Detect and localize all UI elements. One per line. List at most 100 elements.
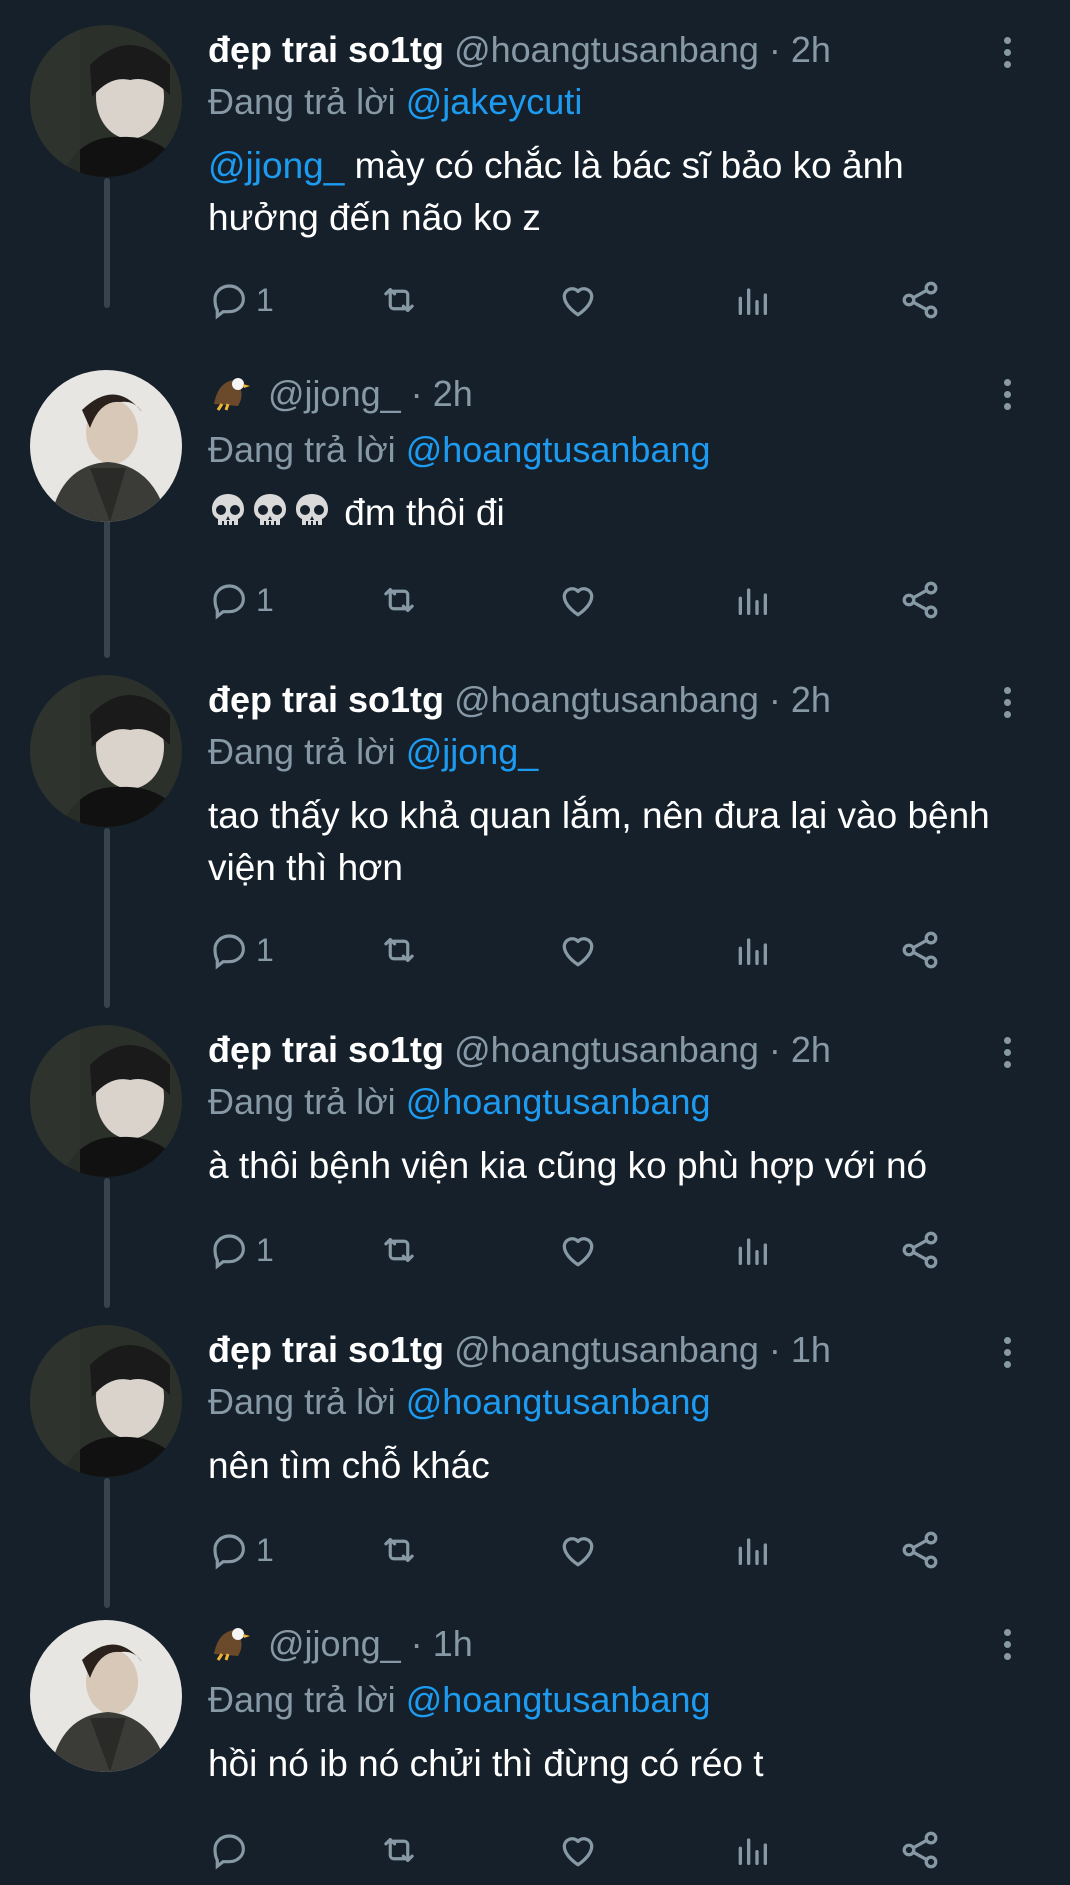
display-name[interactable]: đẹp trai so1tg <box>208 679 444 720</box>
reply-to-link[interactable]: @jakeycuti <box>406 81 583 122</box>
retweet-button[interactable] <box>378 270 420 330</box>
reply-tweet[interactable]: @jjong_ · 1h Đang trả lời @hoangtusanban… <box>0 1600 1070 1885</box>
more-icon[interactable] <box>990 372 1024 416</box>
avatar[interactable] <box>30 1620 182 1772</box>
reply-icon <box>213 1234 245 1270</box>
more-icon[interactable] <box>990 1330 1024 1374</box>
reply-to-link[interactable]: @hoangtusanbang <box>406 1081 711 1122</box>
handle[interactable]: @jjong_ <box>268 373 401 414</box>
share-icon <box>902 931 938 969</box>
timestamp[interactable]: 1h <box>791 1329 831 1370</box>
like-button[interactable] <box>556 1820 600 1880</box>
reply-icon <box>213 934 245 970</box>
avatar-image <box>30 25 182 177</box>
separator: · <box>768 1329 781 1370</box>
share-button[interactable] <box>898 270 942 330</box>
handle[interactable]: @hoangtusanbang <box>454 1029 759 1070</box>
tweet-header: đẹp trai so1tg @hoangtusanbang · 2h <box>208 1028 831 1072</box>
retweet-button[interactable] <box>378 1520 420 1580</box>
handle[interactable]: @hoangtusanbang <box>454 1329 759 1370</box>
reply-tweet[interactable]: đẹp trai so1tg @hoangtusanbang · 2h Đang… <box>0 0 1070 350</box>
more-icon[interactable] <box>990 680 1024 724</box>
like-button[interactable] <box>556 920 600 980</box>
handle[interactable]: @hoangtusanbang <box>454 29 759 70</box>
reply-to-link[interactable]: @hoangtusanbang <box>406 1381 711 1422</box>
tweet-header: @jjong_ · 1h <box>208 1622 473 1666</box>
reply-button[interactable]: 1 <box>208 920 274 980</box>
share-icon <box>902 581 938 619</box>
tweet-text: hồi nó ib nó chửi thì đừng có réo t <box>208 1738 1008 1790</box>
reply-button[interactable]: 1 <box>208 570 274 630</box>
timestamp[interactable]: 2h <box>791 679 831 720</box>
avatar[interactable] <box>30 675 182 827</box>
like-button[interactable] <box>556 570 600 630</box>
reply-tweet[interactable]: đẹp trai so1tg @hoangtusanbang · 1h Đang… <box>0 1300 1070 1600</box>
display-name[interactable]: đẹp trai so1tg <box>208 1029 444 1070</box>
reply-tweet[interactable]: đẹp trai so1tg @hoangtusanbang · 2h Đang… <box>0 1000 1070 1300</box>
retweet-icon <box>384 587 414 613</box>
share-button[interactable] <box>898 1820 942 1880</box>
avatar[interactable] <box>30 370 182 522</box>
retweet-button[interactable] <box>378 570 420 630</box>
reply-count: 1 <box>256 281 274 318</box>
handle[interactable]: @hoangtusanbang <box>454 679 759 720</box>
eagle-emoji <box>214 378 250 411</box>
tweet-header: đẹp trai so1tg @hoangtusanbang · 1h <box>208 1328 831 1372</box>
reply-to-link[interactable]: @hoangtusanbang <box>406 1679 711 1720</box>
timestamp[interactable]: 2h <box>433 373 473 414</box>
reply-button[interactable]: 1 <box>208 270 274 330</box>
tweet-text: à thôi bệnh viện kia cũng ko phù hợp với… <box>208 1140 1008 1192</box>
action-bar: 1 <box>208 920 988 980</box>
handle[interactable]: @jjong_ <box>268 1623 401 1664</box>
retweet-icon <box>384 1537 414 1563</box>
reply-to-link[interactable]: @hoangtusanbang <box>406 429 711 470</box>
action-bar: 1 <box>208 1520 988 1580</box>
timestamp[interactable]: 1h <box>433 1623 473 1664</box>
reply-tweet[interactable]: đẹp trai so1tg @hoangtusanbang · 2h Đang… <box>0 650 1070 1000</box>
reply-button[interactable]: 1 <box>208 1520 274 1580</box>
views-icon <box>738 1838 767 1865</box>
more-icon[interactable] <box>990 1030 1024 1074</box>
reply-button[interactable] <box>208 1820 256 1880</box>
like-button[interactable] <box>556 270 600 330</box>
timestamp[interactable]: 2h <box>791 1029 831 1070</box>
retweet-icon <box>384 937 414 963</box>
display-name[interactable]: đẹp trai so1tg <box>208 29 444 70</box>
tweet-text: đm thôi đi <box>208 487 1008 539</box>
more-icon[interactable] <box>990 30 1024 74</box>
retweet-icon <box>384 1837 414 1863</box>
views-button[interactable] <box>732 1220 772 1280</box>
views-button[interactable] <box>732 1520 772 1580</box>
share-button[interactable] <box>898 1220 942 1280</box>
mention-link[interactable]: @jjong_ <box>208 145 344 186</box>
retweet-button[interactable] <box>378 1820 420 1880</box>
avatar[interactable] <box>30 1325 182 1477</box>
retweet-button[interactable] <box>378 1220 420 1280</box>
avatar-image <box>30 1620 182 1772</box>
skull-emoji <box>296 494 328 525</box>
views-button[interactable] <box>732 920 772 980</box>
timestamp[interactable]: 2h <box>791 29 831 70</box>
reply-button[interactable]: 1 <box>208 1220 274 1280</box>
avatar[interactable] <box>30 25 182 177</box>
reply-count: 1 <box>256 581 274 618</box>
share-button[interactable] <box>898 570 942 630</box>
like-button[interactable] <box>556 1520 600 1580</box>
display-name[interactable]: đẹp trai so1tg <box>208 1329 444 1370</box>
more-icon[interactable] <box>990 1622 1024 1666</box>
like-button[interactable] <box>556 1220 600 1280</box>
reply-tweet[interactable]: @jjong_ · 2h Đang trả lời @hoangtusanban… <box>0 350 1070 650</box>
share-button[interactable] <box>898 920 942 980</box>
views-button[interactable] <box>732 570 772 630</box>
views-button[interactable] <box>732 1820 772 1880</box>
reply-to-link[interactable]: @jjong_ <box>406 731 539 772</box>
reply-icon <box>213 1534 245 1570</box>
views-button[interactable] <box>732 270 772 330</box>
action-bar: 1 <box>208 1220 988 1280</box>
separator: · <box>768 29 781 70</box>
share-button[interactable] <box>898 1520 942 1580</box>
tweet-body: tao thấy ko khả quan lắm, nên đưa lại và… <box>208 795 990 888</box>
retweet-button[interactable] <box>378 920 420 980</box>
action-bar: 1 <box>208 570 988 630</box>
avatar[interactable] <box>30 1025 182 1177</box>
